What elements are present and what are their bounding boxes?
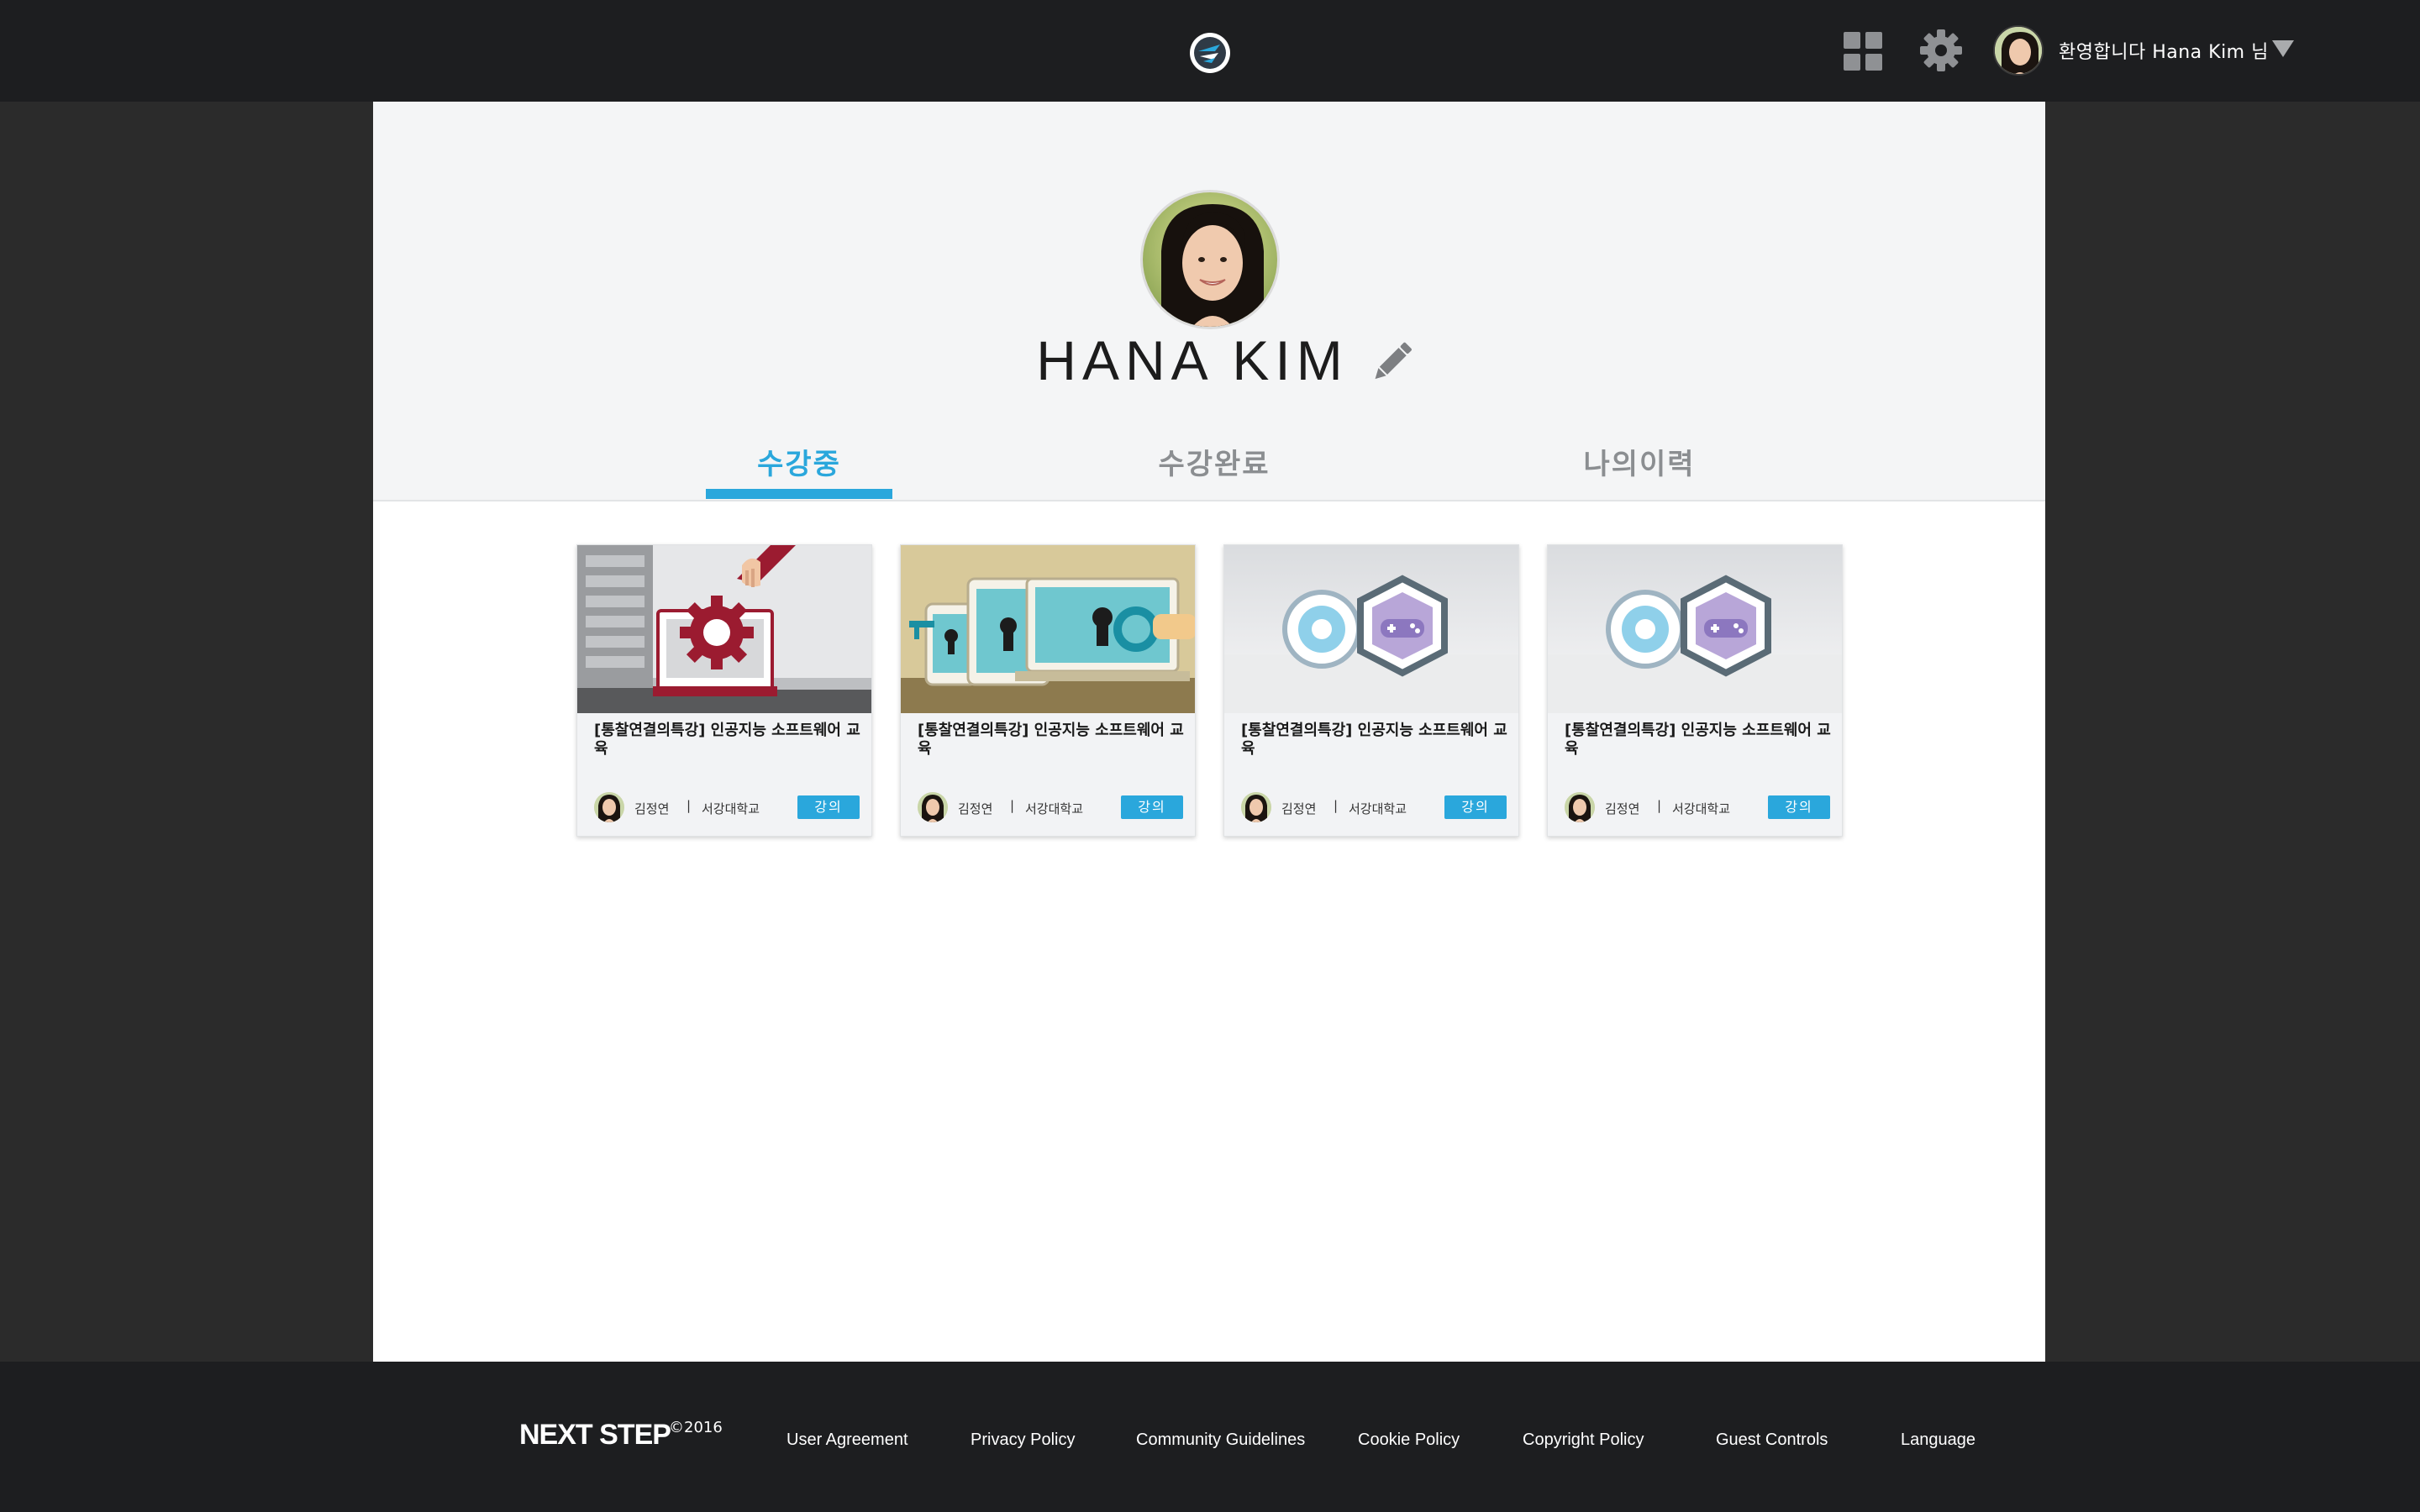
meta-separator: | xyxy=(1010,798,1015,813)
caret-down-icon[interactable] xyxy=(2272,40,2294,57)
school-name: 서강대학교 xyxy=(702,801,760,816)
course-title[interactable]: [통찰연결의특강] 인공지능 소프트웨어 교육 xyxy=(1565,722,1833,759)
grid-cell xyxy=(1865,32,1882,49)
grid-cell xyxy=(1844,32,1860,49)
footer-link-privacy-policy[interactable]: Privacy Policy xyxy=(971,1431,1075,1450)
gear-icon[interactable] xyxy=(1919,29,1963,72)
instructor-name: 김정연 xyxy=(634,801,670,816)
instructor-avatar xyxy=(594,792,624,822)
instructor-name: 김정연 xyxy=(1605,801,1640,816)
school-name: 서강대학교 xyxy=(1025,801,1084,816)
footer-brand-logo[interactable]: NEXT STEP xyxy=(519,1419,671,1452)
grid-cell xyxy=(1865,54,1882,71)
copyright-text: ©2016 xyxy=(669,1419,723,1436)
grid-cell xyxy=(1844,54,1860,71)
course-title[interactable]: [통찰연결의특강] 인공지능 소프트웨어 교육 xyxy=(594,722,863,759)
course-type-badge: 강의 xyxy=(1444,795,1507,819)
footer-link-copyright-policy[interactable]: Copyright Policy xyxy=(1523,1431,1644,1450)
instructor-name: 김정연 xyxy=(958,801,993,816)
course-thumbnail xyxy=(1548,545,1842,713)
meta-separator: | xyxy=(1657,798,1662,813)
profile-header: HANA KIM 수강중 수강완료 나의이력 xyxy=(373,102,2045,501)
instructor-avatar xyxy=(1565,792,1595,822)
course-card[interactable]: [통찰연결의특강] 인공지능 소프트웨어 교육 김정연 | 서강대학교 강의 xyxy=(900,544,1196,837)
footer: NEXT STEP ©2016 User Agreement Privacy P… xyxy=(0,1362,2420,1512)
profile-name: HANA KIM xyxy=(1036,329,1349,391)
grid-apps-icon[interactable] xyxy=(1844,32,1882,71)
course-thumbnail xyxy=(577,545,871,713)
course-meta: 김정연 | 서강대학교 강의 xyxy=(1565,790,1830,824)
footer-link-community-guidelines[interactable]: Community Guidelines xyxy=(1136,1431,1305,1450)
course-card-list: [통찰연결의특강] 인공지능 소프트웨어 교육 김정연 | 서강대학교 강의 [… xyxy=(576,544,1845,838)
course-type-badge: 강의 xyxy=(1768,795,1830,819)
instructor-name: 김정연 xyxy=(1281,801,1317,816)
user-avatar[interactable] xyxy=(1993,25,2044,76)
school-name: 서강대학교 xyxy=(1672,801,1731,816)
tab-my-history[interactable]: 나의이력 xyxy=(1546,441,1733,482)
instructor-avatar xyxy=(918,792,948,822)
footer-link-user-agreement[interactable]: User Agreement xyxy=(786,1431,908,1450)
course-meta: 김정연 | 서강대학교 강의 xyxy=(594,790,860,824)
footer-link-guest-controls[interactable]: Guest Controls xyxy=(1716,1431,1828,1450)
footer-link-language[interactable]: Language xyxy=(1901,1431,1975,1450)
footer-link-cookie-policy[interactable]: Cookie Policy xyxy=(1358,1431,1460,1450)
welcome-text: 환영합니다 Hana Kim 님 xyxy=(2059,42,2269,63)
course-card[interactable]: [통찰연결의특강] 인공지능 소프트웨어 교육 김정연 | 서강대학교 강의 xyxy=(1223,544,1519,837)
pencil-icon[interactable] xyxy=(1365,335,1418,389)
top-navigation-bar: 환영합니다 Hana Kim 님 xyxy=(0,0,2420,102)
course-thumbnail xyxy=(901,545,1195,713)
active-tab-indicator xyxy=(706,489,892,499)
course-type-badge: 강의 xyxy=(1121,795,1183,819)
main-content: HANA KIM 수강중 수강완료 나의이력 [통찰연결의특강] 인공지능 소프… xyxy=(373,102,2045,1362)
meta-separator: | xyxy=(1334,798,1339,813)
meta-separator: | xyxy=(687,798,692,813)
tab-completed[interactable]: 수강완료 xyxy=(1121,441,1307,482)
instructor-avatar xyxy=(1241,792,1271,822)
course-title[interactable]: [통찰연결의특강] 인공지능 소프트웨어 교육 xyxy=(918,722,1186,759)
profile-avatar xyxy=(1140,190,1280,329)
course-thumbnail xyxy=(1224,545,1518,713)
course-type-badge: 강의 xyxy=(797,795,860,819)
course-card[interactable]: [통찰연결의특강] 인공지능 소프트웨어 교육 김정연 | 서강대학교 강의 xyxy=(1547,544,1843,837)
site-logo-icon[interactable] xyxy=(1190,33,1230,73)
tab-enrolled[interactable]: 수강중 xyxy=(706,441,892,482)
course-meta: 김정연 | 서강대학교 강의 xyxy=(1241,790,1507,824)
course-title[interactable]: [통찰연결의특강] 인공지능 소프트웨어 교육 xyxy=(1241,722,1510,759)
course-card[interactable]: [통찰연결의특강] 인공지능 소프트웨어 교육 김정연 | 서강대학교 강의 xyxy=(576,544,872,837)
course-meta: 김정연 | 서강대학교 강의 xyxy=(918,790,1183,824)
school-name: 서강대학교 xyxy=(1349,801,1407,816)
